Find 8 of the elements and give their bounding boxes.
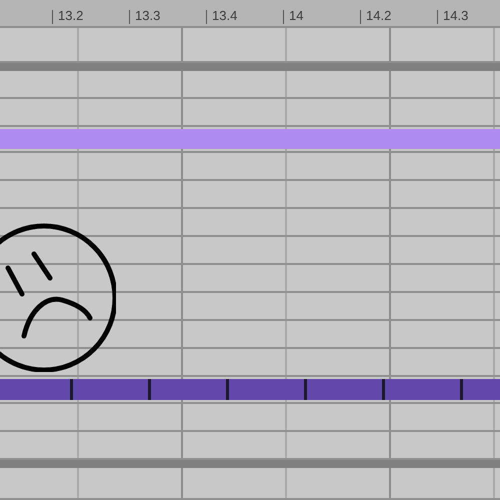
ruler-label: 13.2	[52, 10, 129, 24]
ruler-label: 14.2	[360, 10, 437, 24]
midi-clip[interactable]	[0, 379, 500, 400]
ruler-label: 13.4	[206, 10, 283, 24]
ruler-label: 14	[283, 10, 360, 24]
ruler-label: 14.3	[437, 10, 500, 24]
ruler-label: 13.3	[129, 10, 206, 24]
midi-clip[interactable]	[0, 129, 500, 149]
